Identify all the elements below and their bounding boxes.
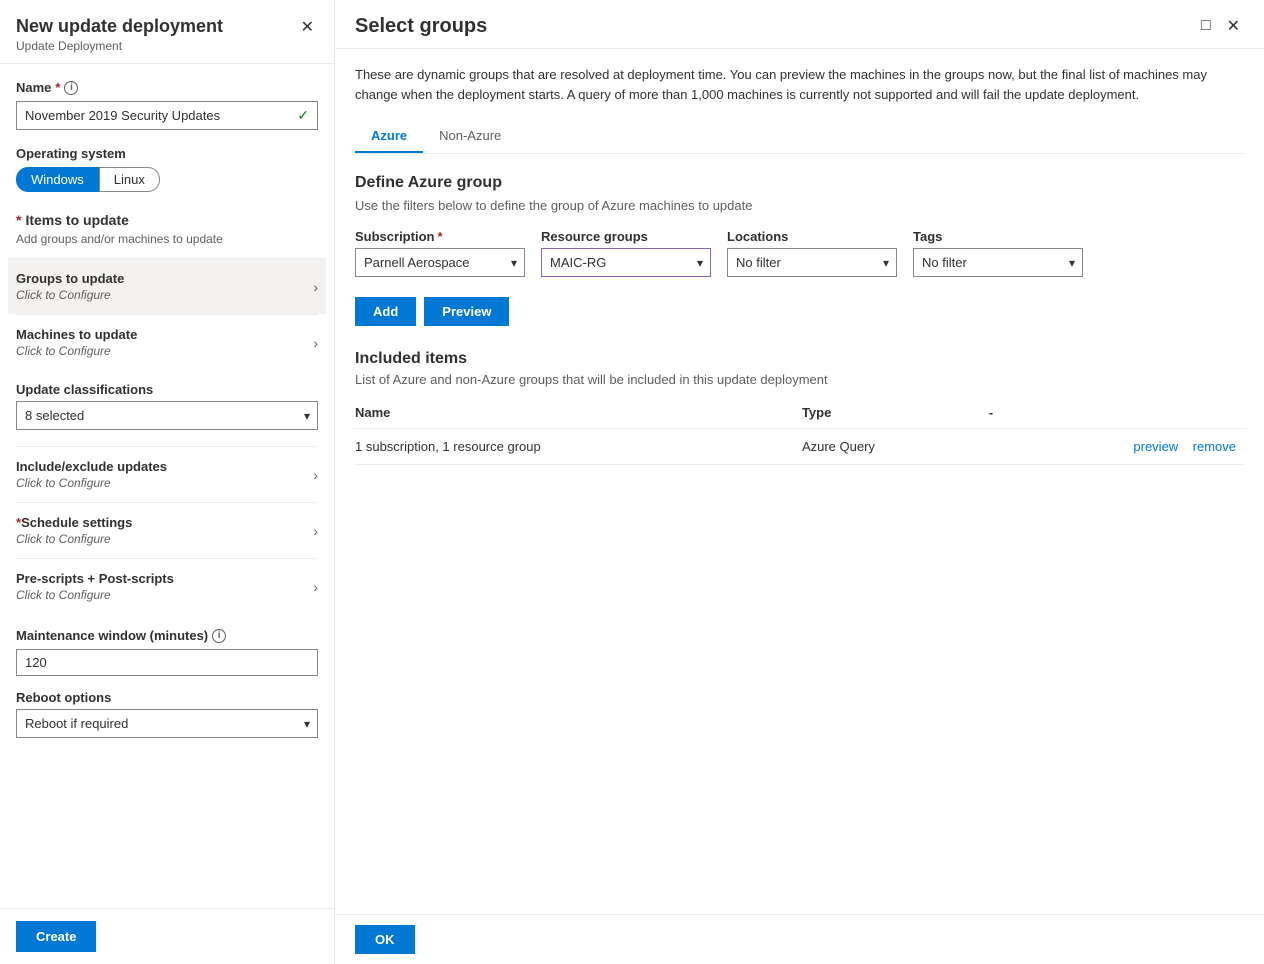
remove-link[interactable]: remove xyxy=(1193,439,1236,454)
right-panel-content: These are dynamic groups that are resolv… xyxy=(335,49,1264,914)
action-buttons: Add Preview xyxy=(355,297,1244,326)
left-panel-content: Name * i November 2019 Security Updates … xyxy=(0,64,334,908)
tags-select[interactable]: No filter xyxy=(913,248,1083,277)
preview-link[interactable]: preview xyxy=(1133,439,1178,454)
subscription-select[interactable]: Parnell Aerospace xyxy=(355,248,525,277)
machines-row-sub: Click to Configure xyxy=(16,344,137,358)
table-header-name: Name xyxy=(355,399,802,429)
maintenance-info-icon[interactable]: i xyxy=(212,629,226,643)
define-group-desc: Use the filters below to define the grou… xyxy=(355,198,1244,213)
items-to-update-title: * Items to update xyxy=(16,212,318,228)
locations-select-wrapper: No filter ▾ xyxy=(727,248,897,277)
pre-post-chevron-icon: › xyxy=(313,579,318,595)
create-button[interactable]: Create xyxy=(16,921,96,952)
name-info-icon[interactable]: i xyxy=(64,81,78,95)
subscription-filter-select: Parnell Aerospace ▾ xyxy=(355,248,525,277)
reboot-options-wrapper: Reboot if required Never reboot Always r… xyxy=(16,709,318,738)
machines-chevron-icon: › xyxy=(313,335,318,351)
reboot-options-select[interactable]: Reboot if required Never reboot Always r… xyxy=(16,709,318,738)
tab-azure[interactable]: Azure xyxy=(355,120,423,153)
define-group-heading: Define Azure group xyxy=(355,174,1244,192)
maintenance-input-wrapper xyxy=(16,649,318,676)
right-panel-footer: OK xyxy=(335,914,1264,964)
locations-label: Locations xyxy=(727,229,897,244)
os-label: Operating system xyxy=(16,146,318,161)
groups-row-title: Groups to update xyxy=(16,271,124,286)
tab-non-azure[interactable]: Non-Azure xyxy=(423,120,517,153)
resource-groups-filter-group: Resource groups MAIC-RG ▾ xyxy=(541,229,711,277)
resource-groups-select-wrapper: MAIC-RG ▾ xyxy=(541,248,711,277)
close-button[interactable]: ✕ xyxy=(297,16,318,40)
tags-label: Tags xyxy=(913,229,1083,244)
locations-filter-group: Locations No filter ▾ xyxy=(727,229,897,277)
table-header-dash: - xyxy=(989,399,1244,429)
update-classifications-wrapper: 8 selected ▾ xyxy=(16,401,318,430)
items-to-update-subtitle: Add groups and/or machines to update xyxy=(16,232,318,246)
name-check-icon: ✓ xyxy=(297,107,309,124)
right-panel-title: Select groups xyxy=(355,15,487,38)
maintenance-input[interactable] xyxy=(25,655,309,670)
schedule-chevron-icon: › xyxy=(313,523,318,539)
filters-row: Subscription * Parnell Aerospace ▾ Resou… xyxy=(355,229,1244,277)
include-exclude-chevron-icon: › xyxy=(313,467,318,483)
pre-post-scripts-row[interactable]: Pre-scripts + Post-scripts Click to Conf… xyxy=(16,558,318,614)
groups-to-update-row[interactable]: Groups to update Click to Configure › xyxy=(8,258,326,314)
schedule-sub: Click to Configure xyxy=(16,532,132,546)
resource-groups-select[interactable]: MAIC-RG xyxy=(541,248,711,277)
left-panel: New update deployment Update Deployment … xyxy=(0,0,335,964)
required-indicator: * xyxy=(55,80,60,95)
left-panel-header: New update deployment Update Deployment … xyxy=(0,0,334,64)
update-classifications-select[interactable]: 8 selected xyxy=(16,401,318,430)
locations-select[interactable]: No filter xyxy=(727,248,897,277)
included-items-table: Name Type - 1 subscription, 1 resource g… xyxy=(355,399,1244,465)
preview-button[interactable]: Preview xyxy=(424,297,509,326)
subscription-filter-label: Subscription * xyxy=(355,229,525,244)
right-header-icons: □ ✕ xyxy=(1197,14,1244,38)
add-button[interactable]: Add xyxy=(355,297,416,326)
schedule-settings-row[interactable]: *Schedule settings Click to Configure › xyxy=(16,502,318,558)
items-required-star: * xyxy=(16,212,21,228)
resource-groups-label: Resource groups xyxy=(541,229,711,244)
os-windows-button[interactable]: Windows xyxy=(16,167,99,192)
include-exclude-row[interactable]: Include/exclude updates Click to Configu… xyxy=(16,446,318,502)
row-type: Azure Query xyxy=(802,429,989,465)
update-classifications-label: Update classifications xyxy=(16,382,318,397)
os-linux-button[interactable]: Linux xyxy=(99,167,160,192)
include-exclude-sub: Click to Configure xyxy=(16,476,167,490)
os-toggle: Windows Linux xyxy=(16,167,318,192)
panel-title: New update deployment xyxy=(16,16,223,37)
groups-chevron-icon: › xyxy=(313,279,318,295)
maximize-button[interactable]: □ xyxy=(1197,15,1215,37)
row-actions: preview remove xyxy=(989,429,1244,465)
right-close-button[interactable]: ✕ xyxy=(1223,14,1244,38)
pre-post-title: Pre-scripts + Post-scripts xyxy=(16,571,174,586)
tabs-row: Azure Non-Azure xyxy=(355,120,1244,154)
name-field-label: Name * i xyxy=(16,80,318,95)
right-panel-header: Select groups □ ✕ xyxy=(335,0,1264,49)
pre-post-sub: Click to Configure xyxy=(16,588,174,602)
left-panel-footer: Create xyxy=(0,908,334,964)
tags-select-wrapper: No filter ▾ xyxy=(913,248,1083,277)
subscription-required: * xyxy=(437,229,442,244)
panel-subtitle: Update Deployment xyxy=(16,39,223,53)
row-name: 1 subscription, 1 resource group xyxy=(355,429,802,465)
subscription-filter-group: Subscription * Parnell Aerospace ▾ xyxy=(355,229,525,277)
machines-to-update-row[interactable]: Machines to update Click to Configure › xyxy=(16,314,318,370)
right-panel: Select groups □ ✕ These are dynamic grou… xyxy=(335,0,1264,964)
machines-row-title: Machines to update xyxy=(16,327,137,342)
maintenance-label: Maintenance window (minutes) i xyxy=(16,628,318,643)
included-items-title: Included items xyxy=(355,350,1244,368)
include-exclude-title: Include/exclude updates xyxy=(16,459,167,474)
table-row: 1 subscription, 1 resource group Azure Q… xyxy=(355,429,1244,465)
included-items-desc: List of Azure and non-Azure groups that … xyxy=(355,372,1244,387)
description-text: These are dynamic groups that are resolv… xyxy=(355,65,1215,104)
name-input[interactable]: November 2019 Security Updates xyxy=(25,108,297,123)
schedule-title: *Schedule settings xyxy=(16,515,132,530)
groups-row-sub: Click to Configure xyxy=(16,288,124,302)
name-input-wrapper: November 2019 Security Updates ✓ xyxy=(16,101,318,130)
reboot-options-label: Reboot options xyxy=(16,690,318,705)
table-header-type: Type xyxy=(802,399,989,429)
tags-filter-group: Tags No filter ▾ xyxy=(913,229,1083,277)
ok-button[interactable]: OK xyxy=(355,925,415,954)
